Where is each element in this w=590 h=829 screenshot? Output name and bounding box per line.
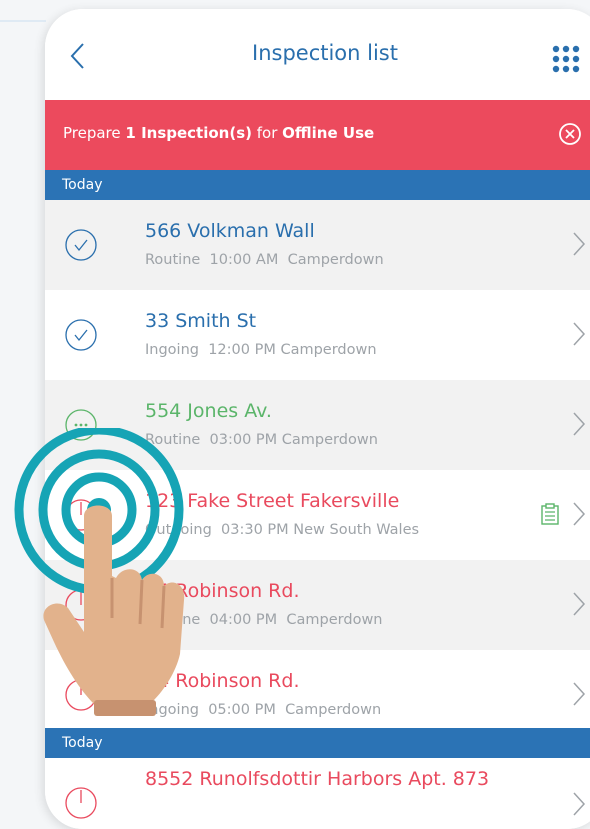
- chevron-right-icon: [573, 322, 586, 346]
- nav-bar: Inspection list: [45, 9, 590, 100]
- inspection-address: 566 Volkman Wall: [145, 220, 315, 242]
- checkmark-circle-icon: [65, 229, 97, 261]
- tap-gesture-hand-icon: [14, 428, 185, 716]
- close-circle-icon[interactable]: [557, 121, 583, 147]
- inspection-row[interactable]: 33 Smith St Ingoing 12:00 PM Camperdown: [45, 290, 590, 380]
- chevron-right-icon: [573, 232, 586, 256]
- inspection-count: 1 Inspection(s): [125, 124, 252, 142]
- section-header: Today: [45, 170, 590, 200]
- chevron-right-icon: [573, 592, 586, 616]
- inspection-address: 33 Smith St: [145, 310, 257, 332]
- inspection-row[interactable]: 8552 Runolfsdottir Harbors Apt. 873: [45, 758, 590, 829]
- offline-banner-text: Prepare 1 Inspection(s) for Offline Use: [63, 124, 375, 142]
- inspection-details: Ingoing 12:00 PM Camperdown: [145, 342, 377, 358]
- chevron-right-icon: [573, 412, 586, 436]
- inspection-details: Routine 10:00 AM Camperdown: [145, 252, 384, 268]
- offline-mode: Offline Use: [282, 124, 375, 142]
- background-line: [0, 20, 46, 22]
- offline-banner[interactable]: Prepare 1 Inspection(s) for Offline Use: [45, 100, 590, 170]
- grid-menu-icon[interactable]: [551, 44, 581, 74]
- clipboard-icon: [541, 503, 559, 525]
- page-title: Inspection list: [252, 41, 398, 65]
- checkmark-circle-icon: [65, 319, 97, 351]
- chevron-right-icon: [573, 682, 586, 706]
- inspection-address: 554 Jones Av.: [145, 400, 272, 422]
- chevron-right-icon: [573, 502, 586, 526]
- inspection-address: 8552 Runolfsdottir Harbors Apt. 873: [145, 768, 490, 790]
- inspection-row[interactable]: 566 Volkman Wall Routine 10:00 AM Camper…: [45, 200, 590, 290]
- chevron-right-icon: [573, 792, 586, 816]
- pending-circle-icon: [65, 787, 97, 819]
- section-header: Today: [45, 728, 590, 758]
